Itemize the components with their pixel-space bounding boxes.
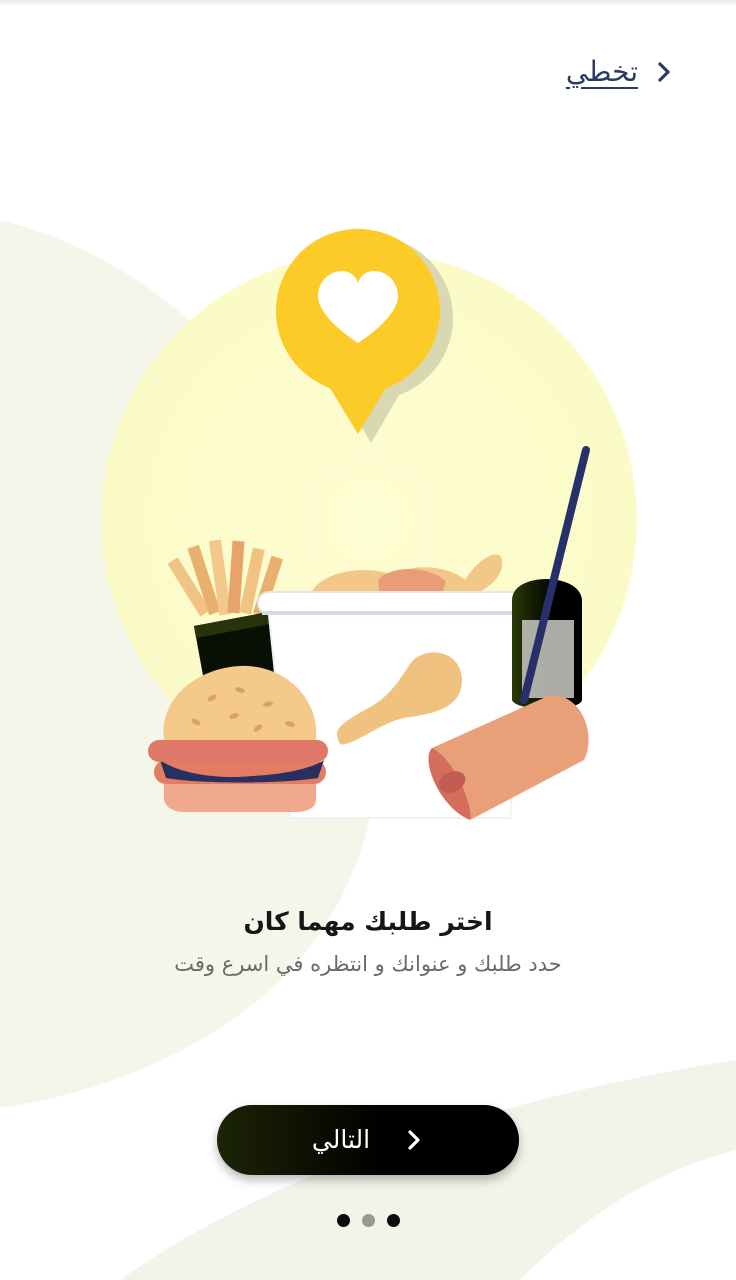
skip-label: تخطي [565,55,638,88]
page-indicator [0,1214,736,1227]
onboarding-screen: تخطي اختر طلبك مهما كان حدد طلبك و عنوان… [0,0,736,1280]
page-dot-2-active[interactable] [361,1214,375,1227]
page-dot-1[interactable] [336,1214,350,1227]
onboarding-title: اختر طلبك مهما كان [243,907,493,936]
chevron-right-icon [404,1127,424,1153]
status-bar-shadow [0,0,736,6]
next-button[interactable]: التالي [217,1105,519,1175]
food-illustration [101,228,637,820]
onboarding-subtitle: حدد طلبك و عنوانك و انتظره في اسرع وقت [174,952,562,976]
page-dot-3[interactable] [386,1214,400,1227]
next-button-label: التالي [311,1125,371,1154]
skip-link[interactable]: تخطي [566,52,674,92]
chevron-right-icon [654,58,674,86]
